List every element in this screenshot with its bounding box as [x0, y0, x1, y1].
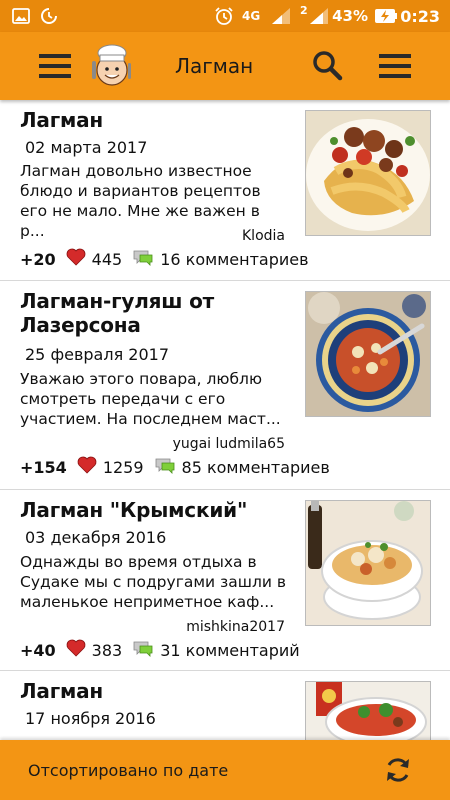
refresh-icon[interactable]	[380, 752, 416, 788]
heart-icon[interactable]	[66, 248, 86, 270]
recipe-date: 02 марта 2017	[25, 138, 148, 157]
recipe-score: +20	[20, 249, 56, 269]
status-bar: 4G 2 43% 0:23	[0, 0, 450, 32]
recipe-score: +154	[20, 457, 67, 477]
search-icon[interactable]	[310, 49, 344, 83]
recipe-likes: 445	[91, 249, 123, 269]
app-bar: Лагман	[0, 32, 450, 100]
recipe-stats: +20 445 16 комментариев	[20, 247, 310, 271]
network-type-label: 4G	[242, 9, 261, 23]
menu-icon[interactable]	[38, 50, 72, 82]
sim-label: 2	[300, 3, 308, 17]
comments-icon[interactable]	[132, 639, 154, 661]
alarm-icon	[214, 0, 234, 32]
recipe-likes: 1259	[102, 457, 144, 477]
sync-notification-icon	[40, 0, 58, 32]
sort-bar: Отсортировано по дате	[0, 740, 450, 800]
recipe-stats: +154 1259 85 комментариев	[20, 455, 330, 479]
recipe-author[interactable]: yugai ludmila65	[173, 435, 285, 453]
recipe-likes: 383	[91, 640, 123, 660]
recipe-title: Лагман "Крымский"	[20, 498, 248, 522]
recipe-date: 03 декабря 2016	[25, 528, 167, 547]
comments-icon[interactable]	[154, 456, 176, 478]
recipe-score: +40	[20, 640, 56, 660]
recipe-description: Уважаю этого повара, люблю смотреть пере…	[20, 370, 281, 428]
recipe-list[interactable]: Лагман 02 марта 2017 Лагман довольно изв…	[0, 100, 450, 740]
recipe-stats: +40 383 31 комментарий	[20, 638, 310, 662]
signal-2-icon	[308, 0, 330, 32]
signal-1-icon	[270, 0, 292, 32]
recipe-date: 25 февраля 2017	[25, 345, 170, 364]
sort-label[interactable]: Отсортировано по дате	[28, 740, 228, 800]
battery-percent: 43%	[332, 7, 368, 25]
recipe-title: Лагман	[20, 679, 104, 703]
battery-charging-icon	[374, 0, 398, 32]
page-title: Лагман	[175, 54, 254, 78]
recipe-author[interactable]: Klodia	[242, 227, 285, 245]
recipe-author[interactable]: mishkina2017	[186, 618, 285, 636]
recipe-item[interactable]: Лагман 17 ноября 2016	[0, 671, 450, 740]
recipe-item[interactable]: Лагман 02 марта 2017 Лагман довольно изв…	[0, 100, 450, 281]
comments-icon[interactable]	[132, 248, 154, 270]
recipe-comments[interactable]: 85 комментариев	[182, 458, 330, 477]
heart-icon[interactable]	[77, 456, 97, 478]
image-notification-icon	[12, 0, 30, 32]
recipe-thumbnail[interactable]	[305, 291, 431, 417]
chef-logo-icon[interactable]	[88, 42, 136, 90]
recipe-item[interactable]: Лагман-гуляш от Лазерсона 25 февраля 201…	[0, 281, 450, 490]
overflow-menu-icon[interactable]	[378, 50, 412, 82]
recipe-description: Однажды во время отдыха в Судаке мы с по…	[20, 553, 286, 611]
clock: 0:23	[400, 6, 440, 26]
recipe-comments[interactable]: 16 комментариев	[160, 250, 308, 269]
recipe-thumbnail[interactable]	[305, 500, 431, 626]
recipe-title: Лагман-гуляш от Лазерсона	[20, 289, 215, 337]
recipe-comments[interactable]: 31 комментарий	[160, 641, 299, 660]
recipe-thumbnail[interactable]	[305, 110, 431, 236]
recipe-date: 17 ноября 2016	[25, 709, 156, 728]
recipe-title: Лагман	[20, 108, 104, 132]
heart-icon[interactable]	[66, 639, 86, 661]
recipe-thumbnail[interactable]	[305, 681, 431, 740]
recipe-item[interactable]: Лагман "Крымский" 03 декабря 2016 Однажд…	[0, 490, 450, 671]
